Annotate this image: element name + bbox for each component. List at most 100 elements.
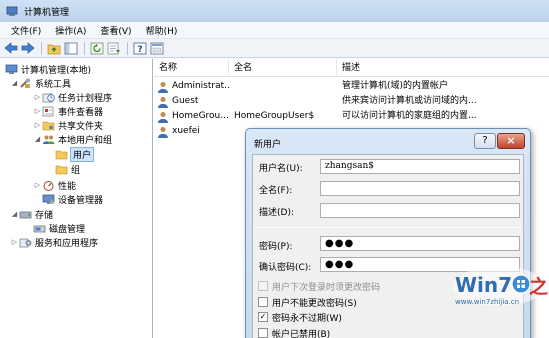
storage-icon <box>19 209 32 220</box>
computer-icon <box>5 64 18 75</box>
tree-item-groups[interactable]: 组 <box>55 162 80 176</box>
tree-root[interactable]: 计算机管理(本地) <box>5 62 91 76</box>
table-row[interactable]: HomeGrou... HomeGroupUser$ 可以访问计算机的家庭组的内… <box>154 109 549 124</box>
menu-help[interactable]: 帮助(H) <box>139 24 185 37</box>
watermark-domain: www.win7zhijia.cn <box>455 298 519 306</box>
tree-item-disk-management[interactable]: 磁盘管理 <box>33 221 85 235</box>
user-icon <box>157 111 169 123</box>
navigation-tree: 计算机管理(本地) ◢ 系统工具 ▷ 任务计划程序 ▷ 事件查看器 ▷ 共享文件… <box>0 59 153 338</box>
tree-item-storage[interactable]: ◢ 存储 <box>10 207 53 221</box>
menu-file[interactable]: 文件(F) <box>4 24 48 37</box>
dialog-title: 新用户 <box>254 140 282 150</box>
collapse-arrow-icon[interactable]: ◢ <box>33 135 42 143</box>
cannot-change-password-checkbox[interactable]: 用户不能更改密码(S) <box>258 296 357 309</box>
folder-icon <box>55 149 68 160</box>
checkbox-label: 密码永不过期(W) <box>272 313 342 324</box>
refresh-icon[interactable] <box>89 41 104 56</box>
user-fullname: HomeGroupUser$ <box>234 111 315 121</box>
checkbox-label: 用户下次登录时须更改密码 <box>272 282 381 293</box>
device-manager-icon <box>42 194 55 205</box>
column-header-description[interactable]: 描述 <box>337 59 549 77</box>
password-label: 密码(P): <box>259 242 293 252</box>
services-icon <box>19 237 32 248</box>
toolbar-separator <box>127 41 128 55</box>
dialog-help-button[interactable]: ? <box>474 133 496 149</box>
collapse-arrow-icon[interactable]: ◢ <box>10 79 19 87</box>
username-label: 用户名(U): <box>259 164 303 174</box>
description-field[interactable] <box>320 203 520 218</box>
user-name: Guest <box>172 96 199 106</box>
export-list-icon[interactable] <box>106 41 121 56</box>
watermark-brand: Win7 <box>455 273 512 297</box>
disk-icon <box>33 223 46 234</box>
watermark-suffix: 之家 <box>529 275 549 298</box>
expand-arrow-icon[interactable]: ▷ <box>33 93 42 101</box>
collapse-arrow-icon[interactable]: ◢ <box>10 210 19 218</box>
expand-arrow-icon[interactable]: ▷ <box>33 107 42 115</box>
checkmark-icon[interactable]: ✓ <box>258 312 268 322</box>
show-hide-tree-icon[interactable] <box>63 41 78 56</box>
computer-management-icon <box>6 5 18 17</box>
back-arrow-icon[interactable] <box>3 41 18 56</box>
user-description: 可以访问计算机的家庭组的内置... <box>342 111 477 121</box>
dialog-close-button[interactable]: × <box>497 133 525 149</box>
tree-item-device-manager[interactable]: 设备管理器 <box>42 192 103 206</box>
menu-view[interactable]: 查看(V) <box>93 24 138 37</box>
checkbox-box[interactable] <box>258 281 268 291</box>
menu-bar: 文件(F) 操作(A) 查看(V) 帮助(H) <box>0 22 549 39</box>
description-label: 描述(D): <box>259 208 294 218</box>
user-description: 管理计算机(域)的内置帐户 <box>342 81 449 91</box>
tree-item-task-scheduler[interactable]: ▷ 任务计划程序 <box>33 90 112 104</box>
fullname-label: 全名(F): <box>259 186 293 196</box>
up-folder-icon[interactable] <box>46 41 61 56</box>
tree-item-system-tools[interactable]: ◢ 系统工具 <box>10 76 71 90</box>
fullname-field[interactable] <box>320 181 520 196</box>
tree-item-shared-folders[interactable]: ▷ 共享文件夹 <box>33 118 103 132</box>
performance-icon <box>42 180 55 191</box>
help-icon[interactable]: ? <box>132 41 147 56</box>
password-field[interactable]: ●●● <box>320 236 520 251</box>
svg-text:?: ? <box>137 45 142 55</box>
properties-icon[interactable] <box>149 41 164 56</box>
tree-item-event-viewer[interactable]: ▷ 事件查看器 <box>33 104 103 118</box>
confirm-password-label: 确认密码(C): <box>259 263 312 273</box>
menu-action[interactable]: 操作(A) <box>48 24 93 37</box>
expand-arrow-icon[interactable]: ▷ <box>33 181 42 189</box>
checkbox-box[interactable] <box>258 297 268 307</box>
toolbar-separator <box>84 41 85 55</box>
clock-icon <box>42 92 55 103</box>
computer-management-window: 计算机管理 文件(F) 操作(A) 查看(V) 帮助(H) ? 计算机管理(本地… <box>0 0 549 338</box>
forward-arrow-icon[interactable] <box>20 41 35 56</box>
user-icon <box>157 81 169 93</box>
folder-icon <box>55 164 68 175</box>
user-name: xuefei <box>172 126 200 136</box>
tree-item-performance[interactable]: ▷ 性能 <box>33 178 76 192</box>
tree-item-local-users-groups[interactable]: ◢ 本地用户和组 <box>33 132 112 146</box>
event-viewer-icon <box>42 106 55 117</box>
user-description: 供来宾访问计算机或访问域的内... <box>342 96 477 106</box>
column-header-fullname[interactable]: 全名 <box>229 59 337 77</box>
toolbar-separator <box>41 41 42 55</box>
must-change-password-checkbox[interactable]: 用户下次登录时须更改密码 <box>258 280 381 293</box>
tree-item-users[interactable]: 用户 <box>55 146 95 162</box>
expand-arrow-icon[interactable]: ▷ <box>33 121 42 129</box>
dialog-separator <box>257 227 521 228</box>
column-header-name[interactable]: 名称 <box>154 59 229 77</box>
tools-icon <box>19 78 32 89</box>
expand-arrow-icon[interactable]: ▷ <box>10 238 19 246</box>
username-field[interactable]: zhangsan$ <box>320 159 520 174</box>
window-title: 计算机管理 <box>24 7 70 18</box>
title-bar[interactable]: 计算机管理 <box>0 0 549 22</box>
table-row[interactable]: Administrat... 管理计算机(域)的内置帐户 <box>154 79 549 94</box>
password-never-expires-checkbox[interactable]: ✓ 密码永不过期(W) <box>258 311 342 324</box>
win7-watermark: Win7 之家 www.win7zhijia.cn <box>447 258 549 338</box>
checkbox-box[interactable] <box>258 328 268 338</box>
tree-item-services-applications[interactable]: ▷ 服务和应用程序 <box>10 235 98 249</box>
checkbox-label: 用户不能更改密码(S) <box>272 298 357 309</box>
checkbox-label: 帐户已禁用(B) <box>272 329 331 338</box>
list-header: 名称 全名 描述 <box>154 59 549 77</box>
account-disabled-checkbox[interactable]: 帐户已禁用(B) <box>258 327 330 338</box>
user-name: HomeGrou... <box>172 111 229 121</box>
table-row[interactable]: Guest 供来宾访问计算机或访问域的内... <box>154 94 549 109</box>
toolbar: ? <box>0 39 549 58</box>
